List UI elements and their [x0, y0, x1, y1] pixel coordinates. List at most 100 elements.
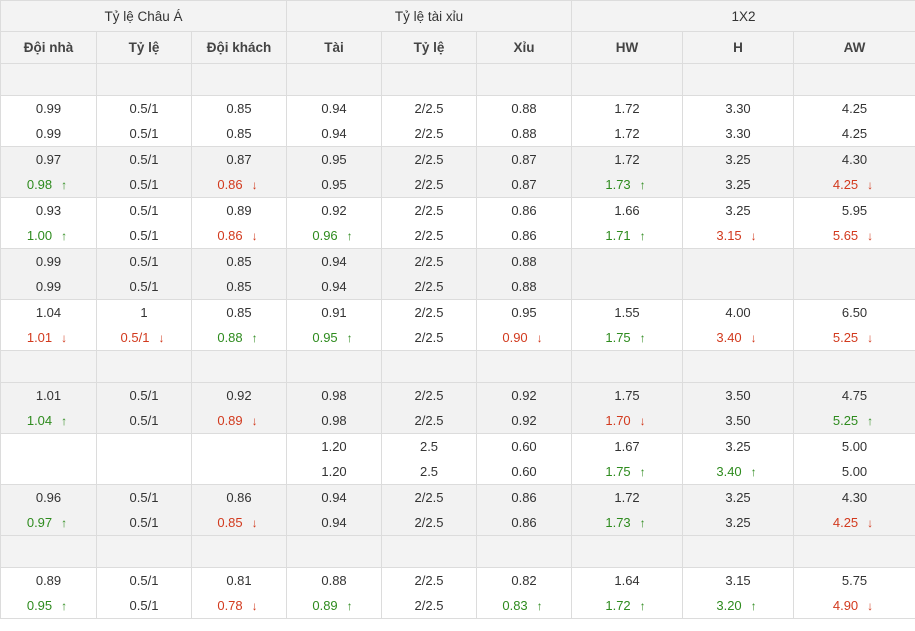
- odds-value: 5.00: [841, 439, 868, 454]
- odds-cell-over: 0.94 0.94: [286, 95, 383, 147]
- current-odds: 0.78 ↓: [192, 593, 286, 618]
- arrow-up-icon: ↑: [639, 178, 646, 192]
- arrow-up-icon: ↑: [536, 599, 543, 613]
- odds-cell-handicap: 0.5/1 0.5/1: [96, 567, 192, 619]
- odds-row: 0.99 0.99 0.5/1 0.5/1 0.85 0.85 0.94 0.94 2/2.5 2…: [0, 95, 915, 147]
- separator-cell: [476, 63, 573, 96]
- opening-odds: 1.67: [572, 434, 682, 459]
- odds-value: 0.88: [511, 126, 537, 141]
- opening-odds: 6.50: [794, 300, 915, 325]
- odds-cell-total-line: 2/2.5 2/2.5: [381, 95, 478, 147]
- odds-value: 5.65: [832, 228, 859, 243]
- odds-value: 2/2.5: [414, 279, 444, 294]
- current-odds: 0.94: [287, 510, 381, 535]
- separator-cell: [286, 63, 383, 96]
- opening-odds: 3.50: [683, 383, 793, 408]
- arrow-down-icon: ↓: [867, 331, 874, 345]
- current-odds: 0.95 ↑: [1, 593, 96, 618]
- odds-cell-away: 0.86 0.85 ↓: [190, 484, 288, 536]
- odds-cell-draw: 3.25 3.15 ↓: [682, 197, 795, 249]
- odds-cell-away-win: 4.30 4.25 ↓: [793, 484, 915, 536]
- opening-odds: 0.99: [1, 249, 96, 274]
- odds-value: 2/2.5: [414, 152, 444, 167]
- current-odds: 0.5/1: [97, 408, 191, 433]
- opening-odds: 0.5/1: [97, 96, 191, 121]
- arrow-up-icon: ↑: [639, 465, 646, 479]
- odds-value: 0.5/1: [129, 228, 159, 243]
- arrow-up-icon: ↑: [867, 414, 874, 428]
- odds-cell-home-win: 1.55 1.75 ↑: [571, 299, 684, 351]
- current-odds: 3.50: [683, 408, 793, 433]
- opening-odds: 4.25: [794, 96, 915, 121]
- odds-value: 0.5/1: [129, 573, 159, 588]
- current-odds: 5.00: [794, 459, 915, 484]
- odds-cell-under: 0.88 0.88: [476, 95, 573, 147]
- odds-value: 3.25: [725, 490, 751, 505]
- separator-cell: [682, 63, 795, 96]
- odds-value: 0.86: [226, 490, 252, 505]
- odds-cell-draw: 3.50 3.50: [682, 382, 795, 434]
- odds-value: 0.86: [511, 490, 537, 505]
- odds-value: 0.85: [217, 515, 243, 530]
- odds-value: 0.95: [511, 305, 537, 320]
- odds-value: 1.66: [614, 203, 640, 218]
- current-odds: 0.5/1: [97, 274, 191, 299]
- opening-odds: 5.95: [794, 198, 915, 223]
- odds-value: 5.00: [841, 464, 868, 479]
- odds-value: 0.95: [312, 330, 338, 345]
- current-odds: 2/2.5: [382, 274, 476, 299]
- current-odds: 1.20: [287, 459, 381, 484]
- odds-cell-away: 0.89 0.86 ↓: [190, 197, 288, 249]
- opening-odds: 2/2.5: [382, 147, 476, 172]
- arrow-down-icon: ↓: [867, 178, 874, 192]
- current-odds: 0.5/1: [97, 121, 191, 146]
- odds-value: 0.89: [312, 598, 338, 613]
- odds-cell-over: 0.88 0.89 ↑: [286, 567, 383, 619]
- column-header-row: Đội nhà Tỷ lệ Đội khách Tài Tỷ lệ Xỉu HW…: [0, 31, 915, 64]
- odds-value: 3.20: [716, 598, 742, 613]
- opening-odds: 0.5/1: [97, 383, 191, 408]
- odds-value: 0.60: [511, 439, 537, 454]
- odds-value: 0.94: [321, 126, 347, 141]
- separator-cell: [476, 535, 573, 568]
- opening-odds: 3.25: [683, 485, 793, 510]
- odds-value: 0.96: [35, 490, 62, 505]
- separator-cell: [381, 350, 478, 383]
- odds-value: 0.82: [511, 573, 537, 588]
- separator-row: [0, 535, 915, 568]
- opening-odds: 2/2.5: [382, 383, 476, 408]
- current-odds: 2/2.5: [382, 325, 476, 350]
- arrow-up-icon: ↑: [639, 516, 646, 530]
- odds-value: 1.75: [614, 388, 640, 403]
- separator-cell: [381, 63, 478, 96]
- odds-value: 2/2.5: [414, 305, 444, 320]
- separator-cell: [682, 350, 795, 383]
- opening-odds: 3.25: [683, 147, 793, 172]
- odds-value: 0.83: [502, 598, 528, 613]
- opening-odds: 0.99: [1, 96, 96, 121]
- odds-value: 0.5/1: [129, 490, 159, 505]
- odds-value: 5.75: [841, 573, 868, 588]
- current-odds: 2/2.5: [382, 121, 476, 146]
- odds-value: 0.97: [35, 152, 62, 167]
- odds-value: 0.92: [226, 388, 252, 403]
- opening-odds: 0.85: [192, 300, 286, 325]
- odds-cell-over: 1.20 1.20: [286, 433, 383, 485]
- opening-odds: 0.60: [477, 434, 571, 459]
- odds-cell-draw: 3.15 3.20 ↑: [682, 567, 795, 619]
- arrow-down-icon: ↓: [536, 331, 543, 345]
- odds-value: 0.98: [321, 388, 347, 403]
- current-odds: 3.30: [683, 121, 793, 146]
- odds-cell-home: 0.96 0.97 ↑: [0, 484, 97, 536]
- odds-row: 0.99 0.99 0.5/1 0.5/1 0.85 0.85 0.94 0.94 2/2.5 2…: [0, 248, 915, 300]
- arrow-down-icon: ↓: [251, 178, 258, 192]
- opening-odds: 1.75: [572, 383, 682, 408]
- opening-odds: 0.5/1: [97, 568, 191, 593]
- opening-odds: 2/2.5: [382, 198, 476, 223]
- current-odds: 4.25 ↓: [794, 510, 915, 535]
- odds-value: 3.40: [716, 464, 742, 479]
- odds-value: 1.04: [35, 305, 62, 320]
- opening-odds: 4.75: [794, 383, 915, 408]
- opening-odds: 3.15: [683, 568, 793, 593]
- current-odds: 0.83 ↑: [477, 593, 571, 618]
